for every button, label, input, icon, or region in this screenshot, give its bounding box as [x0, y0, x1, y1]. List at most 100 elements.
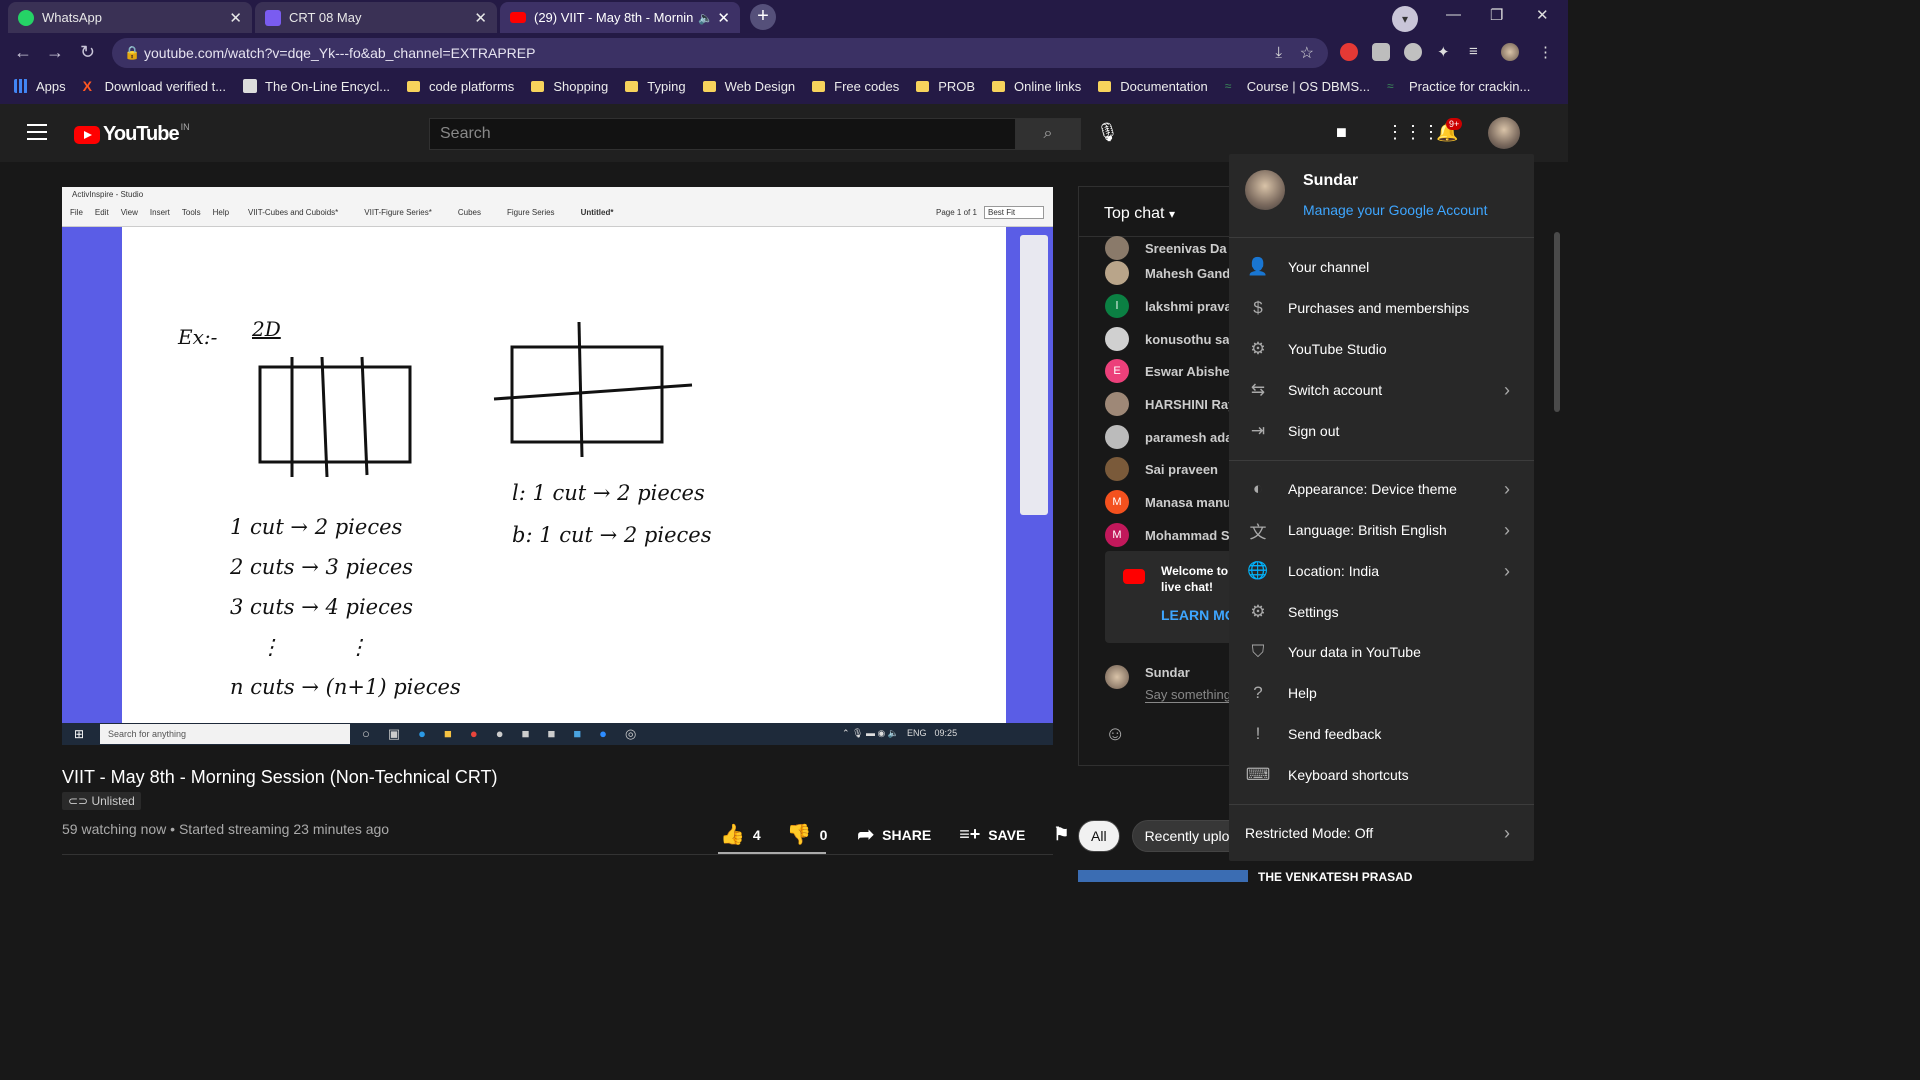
- mic-icon[interactable]: 🎙: [1096, 122, 1119, 143]
- menu-item-settings[interactable]: ⚙ Settings: [1229, 592, 1534, 632]
- media-queue-icon[interactable]: ≡: [1469, 43, 1487, 61]
- bookmark-folder[interactable]: Shopping: [531, 79, 608, 94]
- extension-icon[interactable]: [1372, 43, 1390, 61]
- feedback-icon: !: [1255, 724, 1261, 743]
- avatar: [1105, 236, 1129, 260]
- bookmark-apps[interactable]: Apps: [14, 79, 66, 94]
- account-menu-header: Sundar Manage your Google Account: [1229, 154, 1534, 238]
- close-window-icon[interactable]: ✕: [1536, 6, 1549, 24]
- windows-taskbar: ⊞ Search for anything ○ ▣ ● ■ ● ● ■ ■ ■ …: [62, 723, 1053, 745]
- speaker-icon[interactable]: 🔈: [698, 11, 713, 25]
- chip-all[interactable]: All: [1078, 820, 1120, 852]
- share-button[interactable]: ➦ SHARE: [857, 822, 937, 847]
- kebab-menu-icon[interactable]: ⋮: [1538, 43, 1556, 61]
- bookmark-folder[interactable]: Online links: [992, 79, 1081, 94]
- tab-crt[interactable]: CRT 08 May ✕: [255, 2, 497, 33]
- extension-icon[interactable]: [1340, 43, 1358, 61]
- bookmark-folder[interactable]: Free codes: [812, 79, 899, 94]
- menu-item-restricted-mode[interactable]: Restricted Mode: Off ›: [1229, 813, 1534, 853]
- close-tab-icon[interactable]: ✕: [474, 9, 487, 27]
- author-name: Manasa manu: [1145, 494, 1231, 510]
- bookmark-item[interactable]: ≈ Practice for crackin...: [1387, 79, 1530, 94]
- bookmark-label: Practice for crackin...: [1409, 78, 1531, 94]
- close-tab-icon[interactable]: ✕: [229, 9, 242, 27]
- menu-item-purchases[interactable]: $ Purchases and memberships: [1229, 288, 1534, 328]
- sign-out-icon: ⇥: [1250, 421, 1266, 440]
- recommended-title[interactable]: THE VENKATESH PRASAD: [1258, 870, 1412, 884]
- puzzle-icon[interactable]: ✦: [1437, 43, 1455, 61]
- bookmark-folder[interactable]: Typing: [625, 79, 686, 94]
- author-name: Mohammad S: [1145, 527, 1230, 543]
- left-notes: 1 cut → 2 pieces 2 cuts → 3 pieces 3 cut…: [230, 507, 461, 707]
- menu-item-your-data[interactable]: ⛉ Your data in YouTube: [1229, 632, 1534, 672]
- menu-item-label: Your channel: [1288, 259, 1370, 275]
- menu-item-sign-out[interactable]: ⇥ Sign out: [1229, 411, 1534, 451]
- avatar[interactable]: [1488, 117, 1520, 149]
- restore-icon[interactable]: ❐: [1490, 6, 1503, 24]
- learn-more-link[interactable]: LEARN MORE: [1161, 607, 1229, 623]
- hamburger-menu-icon[interactable]: [27, 124, 47, 142]
- tab-whatsapp[interactable]: WhatsApp ✕: [8, 2, 252, 33]
- avatar: M: [1105, 523, 1129, 547]
- video-player[interactable]: ActivInspire - Studio File Edit View Ins…: [62, 187, 1053, 745]
- like-button[interactable]: 👍 4: [720, 822, 767, 847]
- app-icon: ●: [495, 726, 504, 741]
- bookmark-folder[interactable]: code platforms: [407, 79, 514, 94]
- create-video-icon[interactable]: ■: [1336, 122, 1347, 143]
- menu-item-send-feedback[interactable]: ! Send feedback: [1229, 714, 1534, 754]
- back-icon[interactable]: ←: [14, 42, 32, 63]
- profile-dropdown-icon[interactable]: ▾: [1392, 6, 1418, 32]
- edge-icon: ●: [418, 726, 427, 741]
- menu-item-location[interactable]: 🌐 Location: India ›: [1229, 551, 1534, 591]
- new-tab-button[interactable]: +: [750, 4, 776, 30]
- menu-item-language[interactable]: 文 Language: British English ›: [1229, 510, 1534, 550]
- close-tab-icon[interactable]: ✕: [717, 9, 730, 27]
- emoji-icon[interactable]: ☺: [1105, 723, 1125, 746]
- bookmark-folder[interactable]: Web Design: [702, 79, 795, 94]
- x-icon: X: [82, 78, 92, 94]
- bookmark-item[interactable]: The On-Line Encycl...: [243, 79, 390, 94]
- menu-item-help[interactable]: ? Help: [1229, 673, 1534, 713]
- address-bar[interactable]: 🔒 youtube.com/watch?v=dqe_Yk---fo&ab_cha…: [112, 38, 1328, 68]
- bookmark-item[interactable]: ≈ Course | OS DBMS...: [1225, 79, 1370, 94]
- note-dots: ⋮ ⋮: [260, 635, 369, 659]
- menu-item-label: Purchases and memberships: [1288, 300, 1470, 316]
- app-tab: VIIT-Figure Series*: [364, 208, 432, 217]
- page-scrollbar[interactable]: [1554, 232, 1560, 412]
- menu-divider: [1229, 460, 1534, 461]
- menu-item-label: YouTube Studio: [1288, 341, 1387, 357]
- folder-icon: [625, 80, 639, 92]
- reload-icon[interactable]: ↻: [80, 42, 95, 63]
- bookmark-label: PROB: [938, 78, 976, 94]
- site-icon: [243, 79, 258, 93]
- url-text[interactable]: youtube.com/watch?v=dqe_Yk---fo&ab_chann…: [144, 45, 535, 61]
- bookmark-item[interactable]: X Download verified t...: [83, 79, 226, 94]
- search-button[interactable]: ⌕: [1015, 118, 1081, 150]
- install-icon[interactable]: ⤓: [1275, 44, 1282, 61]
- tab-youtube[interactable]: (29) VIIT - May 8th - Mornin 🔈 ✕: [500, 2, 740, 33]
- menu-item-studio[interactable]: ⚙ YouTube Studio: [1229, 329, 1534, 369]
- save-button[interactable]: ≡+ SAVE: [959, 824, 1031, 845]
- flag-icon[interactable]: ⚑: [1053, 824, 1069, 845]
- extension-icon[interactable]: [1404, 43, 1422, 61]
- manage-account-link[interactable]: Manage your Google Account: [1303, 202, 1487, 218]
- recommended-thumbnail[interactable]: [1078, 870, 1248, 882]
- minimize-icon[interactable]: —: [1446, 6, 1461, 23]
- menu-item-switch-account[interactable]: ⇆ Switch account ›: [1229, 370, 1534, 410]
- apps-icon[interactable]: ⋮⋮⋮: [1386, 122, 1440, 143]
- menu-item-label: Help: [1288, 685, 1317, 701]
- star-icon[interactable]: ☆: [1300, 43, 1314, 63]
- forward-icon[interactable]: →: [46, 42, 64, 63]
- menu-item-keyboard-shortcuts[interactable]: ⌨ Keyboard shortcuts: [1229, 755, 1534, 795]
- bookmark-folder[interactable]: Documentation: [1098, 79, 1208, 94]
- search-input[interactable]: Search: [429, 118, 1016, 150]
- dislike-button[interactable]: 👎 0: [787, 822, 834, 847]
- dollar-icon: $: [1253, 298, 1263, 317]
- menu-item-appearance[interactable]: ◐ Appearance: Device theme ›: [1229, 469, 1534, 509]
- avatar: [1105, 425, 1129, 449]
- youtube-logo[interactable]: YouTube IN: [74, 122, 190, 146]
- system-tray: ⌃ 🎙 ▬ ◉ 🔈 ENG 09:25: [842, 728, 957, 739]
- menu-item-your-channel[interactable]: 👤 Your channel: [1229, 247, 1534, 287]
- bookmark-folder[interactable]: PROB: [916, 79, 975, 94]
- profile-avatar[interactable]: [1501, 43, 1519, 61]
